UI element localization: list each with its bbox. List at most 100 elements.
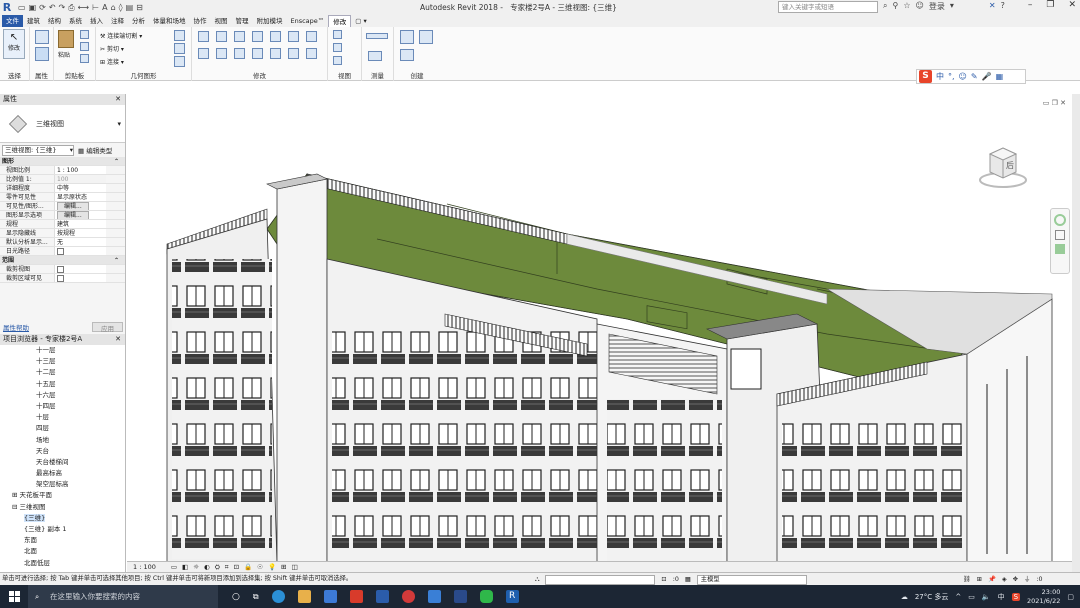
paint-icon[interactable] (174, 43, 185, 54)
apply-button[interactable]: 应用 (92, 322, 123, 333)
tab-3[interactable]: 系统 (65, 15, 86, 27)
browser-item[interactable]: 十层 (0, 412, 125, 423)
browser-item[interactable]: 四层 (0, 423, 125, 434)
wall-join-icon[interactable] (174, 30, 185, 41)
property-value[interactable]: 显示原状态 (54, 193, 106, 201)
crop-region-icon[interactable]: ⊡ (234, 563, 239, 571)
expand-toggle-icon[interactable]: ⊟ (12, 503, 17, 511)
word-icon[interactable] (375, 590, 389, 603)
property-value[interactable]: 按规程 (54, 229, 106, 237)
weather-icon[interactable]: ☁ (901, 593, 908, 601)
tab-4[interactable]: 插入 (86, 15, 107, 27)
task-view-icon[interactable]: ⧉ (253, 592, 259, 602)
vertical-scrollbar[interactable] (1072, 94, 1080, 572)
create-group-icon[interactable] (400, 49, 414, 61)
browser-item[interactable]: {三维} 副本 1 (0, 524, 125, 535)
highlight-icon[interactable]: ◫ (291, 563, 297, 571)
tab-7[interactable]: 体量和场地 (149, 15, 190, 27)
browser-item[interactable]: 北面低层 (0, 558, 125, 569)
tab-11[interactable]: 附加模块 (253, 15, 287, 27)
clock[interactable]: 23:00 2021/6/22 (1027, 588, 1060, 606)
edit-button[interactable]: 编辑... (54, 202, 106, 210)
login-label[interactable]: 登录 (929, 1, 945, 12)
edge-icon[interactable] (271, 590, 285, 603)
favorite-icon[interactable]: ☆ (903, 1, 910, 12)
browser-item[interactable]: 十三层 (0, 356, 125, 367)
browser-item[interactable]: 天台 (0, 446, 125, 457)
properties-icon[interactable] (35, 47, 49, 61)
property-checkbox[interactable] (54, 247, 106, 255)
split-icon[interactable] (216, 48, 227, 59)
cut-button[interactable]: ✂ 剪切 ▾ (100, 44, 124, 53)
detail-level-icon[interactable]: ▭ (171, 563, 177, 571)
expand-toggle-icon[interactable]: ⊞ (12, 491, 17, 499)
browser-item[interactable]: 十四层 (0, 401, 125, 412)
windows-start-button[interactable] (0, 585, 28, 608)
close-icon[interactable]: ✕ (115, 334, 121, 345)
thin-lines-icon[interactable]: ▤ (126, 3, 134, 13)
store-icon[interactable] (323, 590, 337, 603)
tab-9[interactable]: 视图 (211, 15, 232, 27)
render-icon[interactable]: ⛭ (215, 563, 220, 572)
text-icon[interactable]: A (102, 3, 107, 13)
3d-view-icon[interactable]: ⌂ (111, 3, 116, 13)
tab-5[interactable]: 注释 (107, 15, 128, 27)
property-value[interactable]: 100 (54, 175, 106, 183)
dimension-icon[interactable]: ⊢ (92, 3, 99, 13)
wechat-icon[interactable] (479, 590, 493, 603)
property-value[interactable]: 中等 (54, 184, 106, 192)
align-icon[interactable] (198, 31, 209, 42)
edit-type-button[interactable]: ▦ 编辑类型 (78, 145, 112, 155)
taskbar-search-input[interactable]: ⌕ 在这里输入你要搜索的内容 (28, 585, 218, 608)
tab-6[interactable]: 分析 (128, 15, 149, 27)
weather-text[interactable]: 27°C 多云 (915, 592, 949, 602)
design-option-select[interactable]: 主模型 (696, 575, 807, 585)
visual-style-icon[interactable]: ◧ (182, 563, 188, 571)
cortana-icon[interactable]: ○ (232, 592, 240, 602)
print-icon[interactable]: ⎙ (68, 3, 74, 13)
trim-icon[interactable] (198, 48, 209, 59)
override-graphics-icon[interactable] (333, 43, 342, 52)
close-icon[interactable]: ✕ (115, 94, 121, 105)
volume-icon[interactable]: 🔈 (982, 593, 991, 601)
analytical-icon[interactable]: ⊞ (281, 563, 286, 571)
create-parts-icon[interactable] (419, 30, 433, 44)
restore-icon[interactable]: ❐ (1046, 0, 1054, 10)
crop-view-icon[interactable]: ⌗ (225, 563, 229, 572)
binoculars-icon[interactable]: ⌕ (883, 1, 887, 12)
browser-item[interactable]: 北面 (0, 546, 125, 557)
property-value[interactable]: 无 (54, 238, 106, 246)
network-icon[interactable]: ▭ (968, 593, 975, 601)
dimension-icon[interactable] (368, 51, 382, 61)
scale-selector[interactable]: 1 : 100 (133, 563, 156, 571)
lock-view-icon[interactable]: 🔒 (244, 563, 252, 571)
sun-path-icon[interactable]: ☼ (193, 563, 199, 571)
browser-item[interactable]: 十五层 (0, 379, 125, 390)
delete-icon[interactable] (288, 48, 299, 59)
offset-icon[interactable] (216, 31, 227, 42)
show-hidden-icon[interactable]: ^ (955, 593, 961, 601)
edit-button[interactable]: 编辑... (54, 211, 106, 219)
temp-hide-icon[interactable]: ☉ (257, 563, 263, 571)
browser-item[interactable]: 十六层 (0, 390, 125, 401)
type-properties-icon[interactable] (35, 30, 49, 44)
browser-item[interactable]: 十一层 (0, 345, 125, 356)
cut-icon[interactable] (80, 42, 89, 51)
tab-13[interactable]: 修改 (328, 15, 352, 27)
tab-12[interactable]: Enscape™ (287, 15, 329, 27)
measure-icon[interactable]: ⟷ (78, 3, 89, 13)
scale-icon[interactable] (252, 48, 263, 59)
3d-viewport[interactable] (127, 94, 1072, 565)
reveal-hidden-icon[interactable]: 💡 (268, 563, 276, 571)
viewport-window-controls[interactable]: ▭ ❐ ✕ (1043, 99, 1066, 107)
photos-icon[interactable] (453, 590, 467, 603)
hide-element-icon[interactable] (333, 56, 342, 65)
user-icon[interactable]: ☺ (916, 1, 924, 12)
switch-windows-icon[interactable]: ⊟ (136, 3, 143, 13)
minimize-icon[interactable]: – (1028, 0, 1033, 10)
split-face-icon[interactable] (174, 56, 185, 67)
open-icon[interactable]: ▭ (18, 3, 26, 13)
save-icon[interactable]: ▣ (29, 3, 37, 13)
exchange-apps-icon[interactable]: ✕ (989, 1, 996, 12)
mirror-axis-icon[interactable] (234, 31, 245, 42)
